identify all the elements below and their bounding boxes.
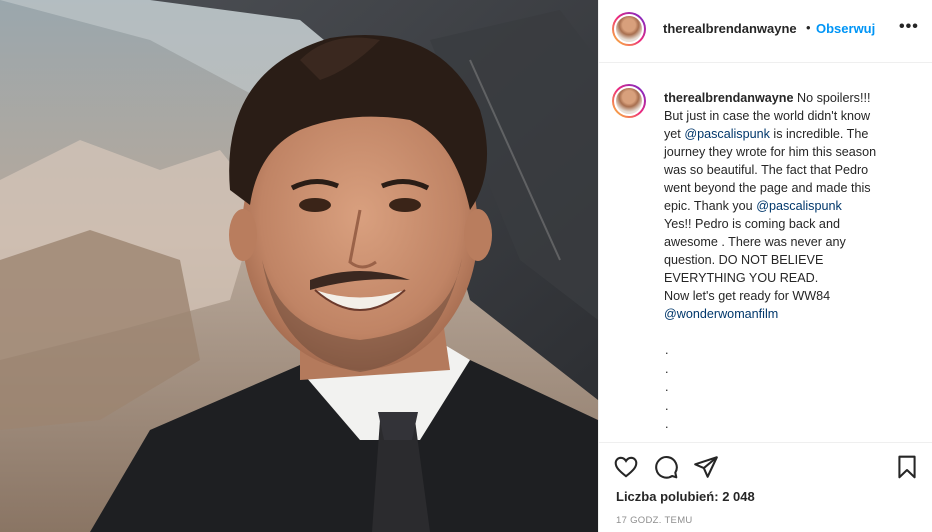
post-photo-illustration (0, 0, 598, 532)
bookmark-icon[interactable] (894, 454, 920, 480)
mention-link[interactable]: @pascalispunk (684, 127, 770, 141)
post-actions: Liczba polubień: 2 048 17 godz. temu (599, 442, 932, 532)
likes-count: 2 048 (722, 489, 755, 504)
post-sidebar: therealbrendanwayne • Obserwuj ••• there… (598, 0, 932, 532)
header-separator: • (806, 20, 811, 35)
instagram-post: therealbrendanwayne • Obserwuj ••• there… (0, 0, 932, 532)
caption-line: journey they wrote for him this season (664, 145, 877, 159)
caption-line: went beyond the page and made this (664, 181, 871, 195)
caption-comment: therealbrendanwayne No spoilers!!! But j… (599, 64, 932, 442)
caption-line: was so beautiful. The fact that Pedro (664, 163, 869, 177)
likes-summary[interactable]: Liczba polubień: 2 048 (616, 489, 755, 504)
caption-text-segment: No spoilers!!! (796, 91, 871, 105)
caption-text-segment: epic. Thank you (664, 199, 753, 213)
caption-line: But just in case the world didn't know (664, 109, 871, 123)
caption-text-segment: yet (664, 127, 681, 141)
follow-button[interactable]: Obserwuj (816, 21, 875, 36)
post-header: therealbrendanwayne • Obserwuj ••• (599, 0, 932, 63)
caption-line: Yes!! Pedro is coming back and (664, 217, 840, 231)
post-photo[interactable] (0, 0, 598, 532)
comment-icon[interactable] (653, 454, 679, 480)
caption-dot: . (665, 380, 669, 394)
caption-dot: . (665, 398, 669, 413)
caption-line: question. DO NOT BELIEVE (664, 253, 824, 267)
avatar[interactable] (612, 12, 646, 46)
caption-dot: . (665, 417, 669, 431)
header-username[interactable]: therealbrendanwayne (663, 21, 797, 36)
mention-link[interactable]: @wonderwomanfilm (664, 305, 926, 323)
mention-link[interactable]: @pascalispunk (756, 199, 842, 213)
likes-label: Liczba polubień: (616, 489, 719, 504)
share-icon[interactable] (693, 454, 719, 480)
caption-avatar[interactable] (612, 84, 646, 118)
more-options-icon[interactable]: ••• (899, 18, 919, 36)
caption-line: yet @pascalispunk is incredible. The (664, 125, 926, 143)
caption-line: EVERYTHING YOU READ. (664, 271, 819, 285)
heart-icon[interactable] (613, 454, 639, 480)
caption-text-segment: is incredible. The (773, 127, 869, 141)
caption-dot: . (665, 361, 669, 376)
caption-line: epic. Thank you @pascalispunk (664, 197, 926, 215)
caption-dot: . (665, 343, 669, 357)
post-timestamp[interactable]: 17 godz. temu (616, 515, 693, 526)
avatar-image (614, 86, 644, 116)
caption-text: therealbrendanwayne No spoilers!!! But j… (664, 89, 926, 434)
caption-line: Now let's get ready for WW84 (664, 289, 831, 303)
avatar-image (614, 14, 644, 44)
caption-line: therealbrendanwayne No spoilers!!! (664, 89, 926, 107)
caption-line: awesome . There was never any (664, 235, 846, 249)
caption-username[interactable]: therealbrendanwayne (664, 91, 793, 105)
